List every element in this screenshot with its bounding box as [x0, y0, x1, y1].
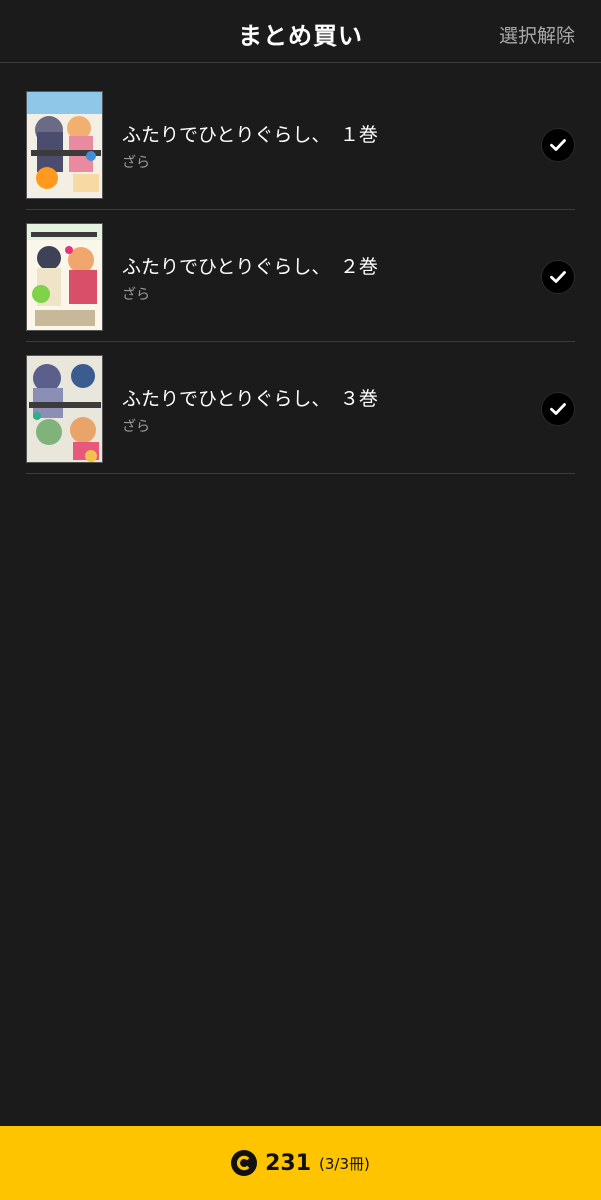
cover-image: [26, 355, 103, 463]
cover-image: [26, 223, 103, 331]
item-title: ふたりでひとりぐらし、 ３巻: [122, 388, 378, 410]
item-author: ざら: [122, 287, 150, 303]
purchase-button[interactable]: 231 (3/3冊): [0, 1126, 601, 1200]
list-item[interactable]: ふたりでひとりぐらし、 ３巻 ざら: [26, 342, 575, 474]
item-title: ふたりでひとりぐらし、 １巻: [122, 124, 378, 146]
app: まとめ買い 選択解除 ふたりでひとりぐらし、 １巻 ざら ふたりでひとりぐらし、…: [0, 0, 601, 1200]
list-item[interactable]: ふたりでひとりぐらし、 ２巻 ざら: [26, 210, 575, 342]
volume-count: (3/3冊): [319, 1154, 370, 1173]
item-author: ざら: [122, 419, 150, 435]
item-title: ふたりでひとりぐらし、 ２巻: [122, 256, 378, 278]
item-author: ざら: [122, 155, 150, 171]
check-icon[interactable]: [541, 128, 575, 162]
coin-icon: [231, 1150, 258, 1176]
check-icon[interactable]: [541, 260, 575, 294]
list-item[interactable]: ふたりでひとりぐらし、 １巻 ざら: [26, 78, 575, 210]
volume-list: ふたりでひとりぐらし、 １巻 ざら ふたりでひとりぐらし、 ２巻 ざら ふたりで…: [26, 78, 575, 474]
check-icon[interactable]: [541, 392, 575, 426]
deselect-button[interactable]: 選択解除: [499, 21, 575, 48]
cover-image: [26, 91, 103, 199]
header: まとめ買い 選択解除: [0, 0, 601, 63]
price-value: 231: [265, 1150, 312, 1176]
